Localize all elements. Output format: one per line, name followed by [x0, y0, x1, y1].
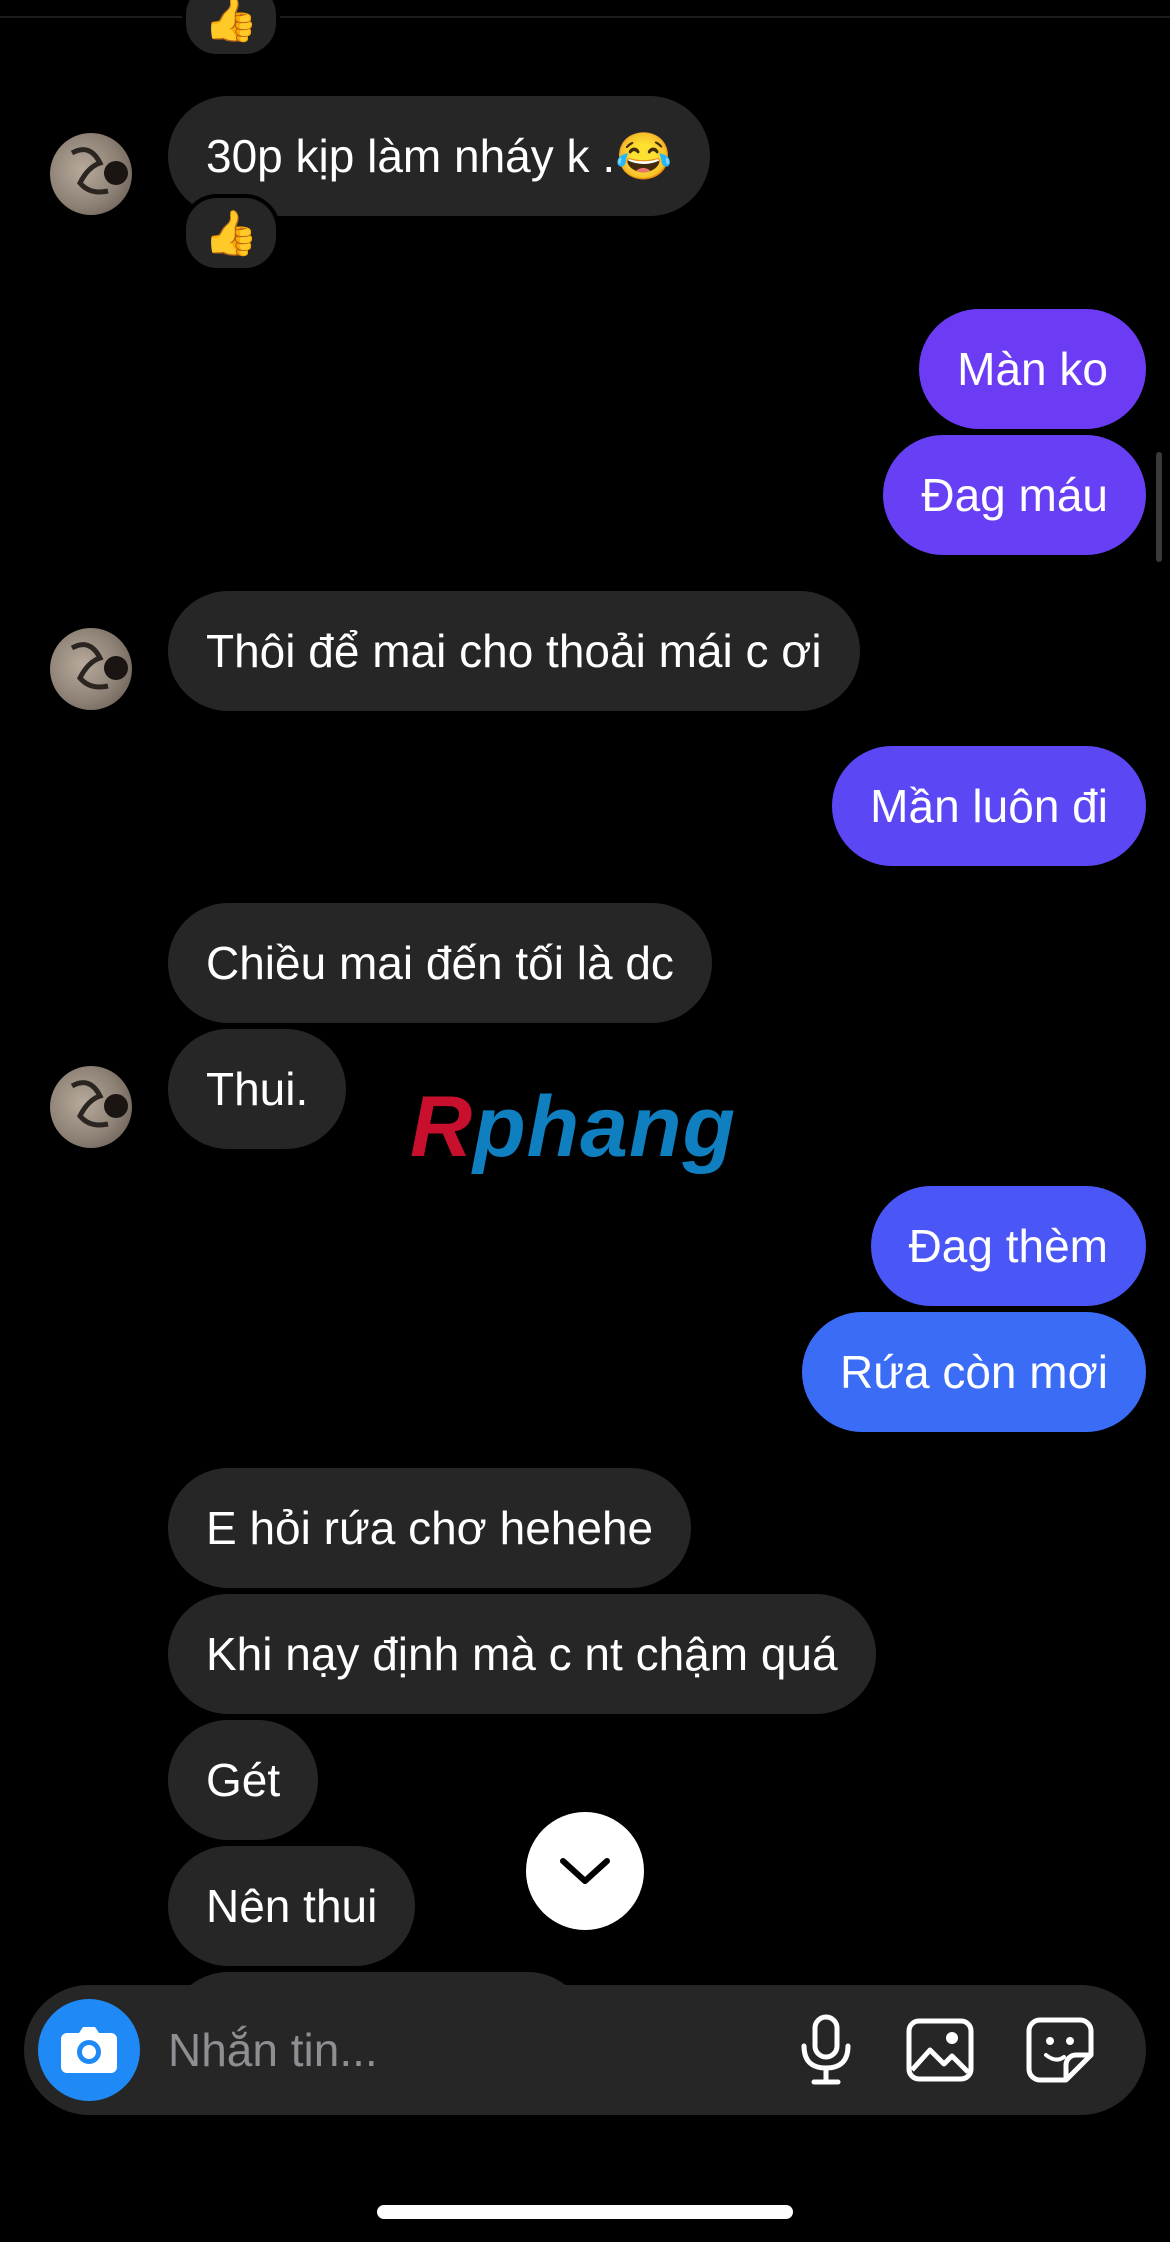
avatar[interactable] [50, 1066, 132, 1148]
message-composer: Nhắn tin... [24, 1985, 1146, 2115]
gallery-button[interactable] [900, 2010, 980, 2090]
microphone-icon [801, 2014, 851, 2085]
camera-icon [61, 2027, 117, 2073]
message-text: Thui. [206, 1063, 309, 1115]
watermark-logo: Rphang [410, 1078, 736, 1177]
message-incoming[interactable]: Chiều mai đến tối là dc [168, 903, 712, 1023]
message-incoming[interactable]: E hỏi rứa chơ hehehe [168, 1468, 692, 1588]
avatar[interactable] [50, 628, 132, 710]
reaction-badge[interactable]: 👍 [182, 0, 280, 58]
chevron-down-icon [560, 1858, 610, 1884]
microphone-button[interactable] [786, 2010, 866, 2090]
message-text: Màn ko [957, 343, 1108, 395]
avatar-image [70, 642, 128, 690]
message-outgoing[interactable]: Đag máu [883, 435, 1146, 555]
header-divider [0, 16, 1170, 18]
message-text: Khi nạy định mà c nt chậm quá [206, 1628, 838, 1680]
image-icon [906, 2018, 974, 2082]
message-incoming[interactable]: Nên thui [168, 1846, 416, 1966]
avatar-image [70, 147, 128, 195]
message-incoming[interactable]: Gét [168, 1720, 319, 1840]
message-input[interactable]: Nhắn tin... [168, 1985, 378, 2115]
thumbs-up-reaction: 👍 [203, 209, 259, 258]
scrollbar[interactable] [1156, 452, 1162, 562]
avatar-image [70, 1080, 128, 1128]
message-text: Thôi để mai cho thoải mái c ơi [206, 625, 822, 677]
message-text: Đag máu [921, 469, 1108, 521]
message-incoming[interactable]: Khi nạy định mà c nt chậm quá [168, 1594, 876, 1714]
message-text: Gét [206, 1754, 281, 1806]
message-text: Nên thui [206, 1880, 378, 1932]
message-outgoing[interactable]: Đag thèm [870, 1186, 1146, 1306]
message-text: Chiều mai đến tối là dc [206, 937, 674, 989]
scroll-to-bottom-button[interactable] [526, 1812, 644, 1930]
camera-button[interactable] [38, 1999, 140, 2101]
thumbs-up-reaction: 👍 [203, 0, 259, 44]
message-outgoing[interactable]: Màn ko [919, 309, 1146, 429]
message-incoming[interactable]: Thui. [168, 1029, 347, 1149]
message-text: 30p kịp làm nháy k .😂 [206, 129, 673, 182]
watermark-part2: phang [473, 1079, 737, 1175]
message-outgoing[interactable]: Rứa còn mơi [801, 1312, 1146, 1432]
avatar[interactable] [50, 133, 132, 215]
message-outgoing[interactable]: Mần luôn đi [832, 746, 1146, 866]
sticker-icon [1026, 2017, 1094, 2083]
message-text: E hỏi rứa chơ hehehe [206, 1502, 654, 1554]
message-text: Rứa còn mơi [839, 1346, 1108, 1398]
home-indicator[interactable] [377, 2205, 793, 2219]
sticker-button[interactable] [1020, 2010, 1100, 2090]
message-text: Đag thèm [908, 1220, 1108, 1272]
watermark-part1: R [410, 1079, 474, 1175]
message-incoming[interactable]: Thôi để mai cho thoải mái c ơi [168, 591, 860, 711]
message-text: Mần luôn đi [870, 780, 1108, 832]
reaction-badge[interactable]: 👍 [182, 194, 280, 272]
